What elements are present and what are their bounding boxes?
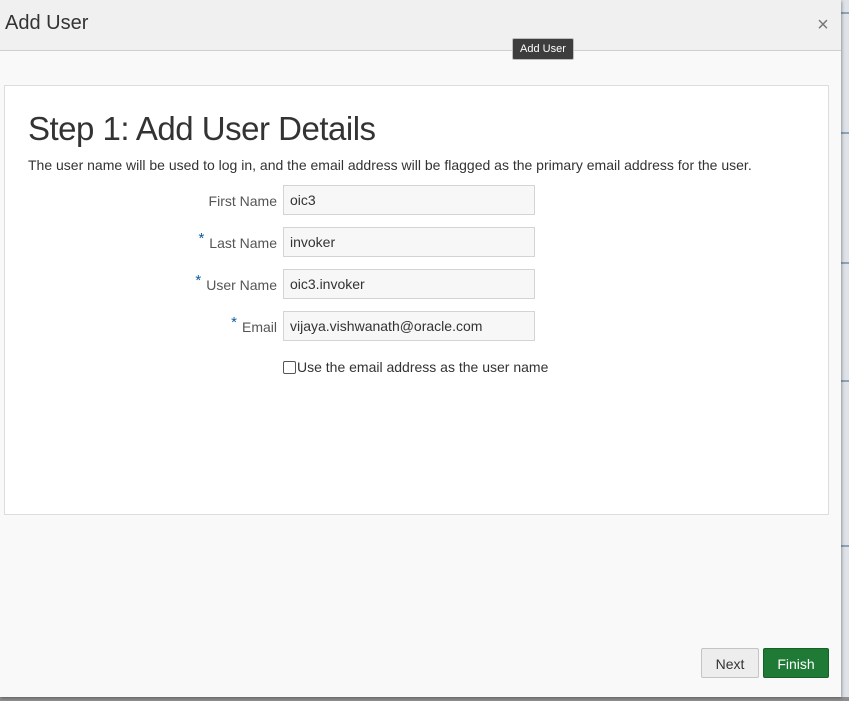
last-name-label: * Last Name <box>198 230 277 252</box>
background-page-strip <box>841 0 849 701</box>
dialog-header: Add User × <box>0 0 841 51</box>
use-email-checkbox[interactable] <box>283 361 296 374</box>
background-bottom-edge <box>0 697 849 701</box>
required-marker: * <box>231 314 237 331</box>
last-name-input[interactable] <box>283 227 535 257</box>
dialog-title: Add User <box>5 12 89 34</box>
first-name-label-text: First Name <box>208 193 277 209</box>
last-name-row: * Last Name <box>5 227 828 259</box>
required-marker: * <box>198 230 205 247</box>
background-divider <box>841 262 849 264</box>
step-title: Step 1: Add User Details <box>28 110 376 147</box>
finish-button[interactable]: Finish <box>763 648 829 678</box>
next-button[interactable]: Next <box>701 648 759 678</box>
first-name-input[interactable] <box>283 185 535 215</box>
use-email-checkbox-label: Use the email address as the user name <box>297 359 549 375</box>
background-divider <box>841 12 849 14</box>
step-panel: Step 1: Add User Details The user name w… <box>4 85 829 515</box>
add-user-tooltip: Add User <box>512 38 574 60</box>
email-input[interactable] <box>283 311 535 341</box>
last-name-label-text: Last Name <box>209 235 277 251</box>
add-user-dialog: Add User × Step 1: Add User Details The … <box>0 0 841 697</box>
required-marker: * <box>195 272 202 289</box>
background-divider <box>841 545 849 547</box>
email-label: * Email <box>231 314 277 336</box>
user-name-label-text: User Name <box>206 277 277 293</box>
step-description: The user name will be used to log in, an… <box>28 157 752 173</box>
first-name-row: First Name <box>5 185 828 217</box>
email-label-text: Email <box>241 319 277 335</box>
user-name-label: * User Name <box>195 272 277 294</box>
first-name-label: First Name <box>209 193 277 209</box>
close-icon[interactable]: × <box>814 14 832 36</box>
user-name-row: * User Name <box>5 269 828 301</box>
email-row: * Email <box>5 311 828 343</box>
background-divider <box>841 132 849 134</box>
user-name-input[interactable] <box>283 269 535 299</box>
background-divider <box>841 380 849 382</box>
